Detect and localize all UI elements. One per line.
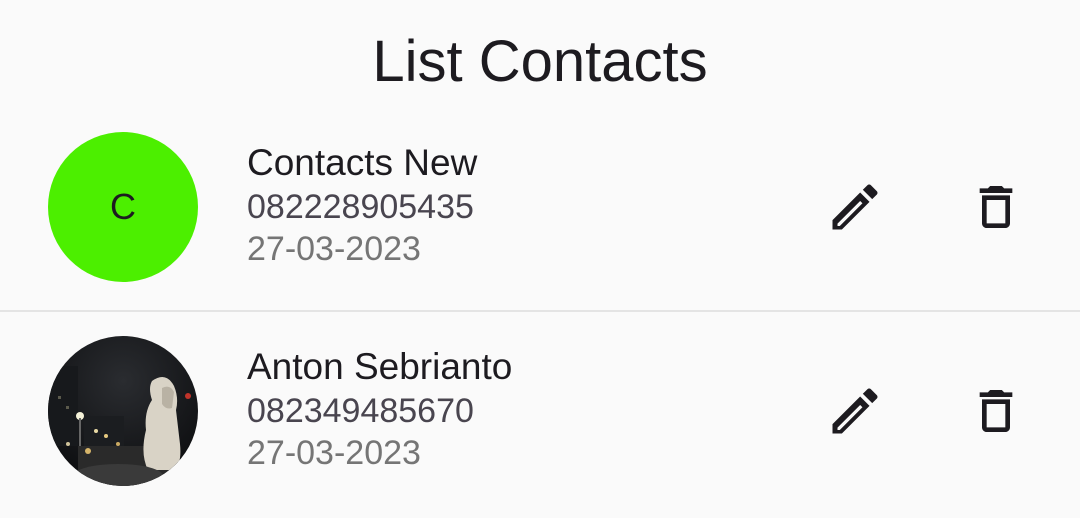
avatar [48, 336, 198, 486]
contact-list: C Contacts New 082228905435 27-03-2023 A… [0, 108, 1080, 514]
contact-date: 27-03-2023 [247, 434, 421, 472]
contact-name: Contacts New [247, 142, 478, 183]
edit-button[interactable] [815, 371, 895, 451]
list-item[interactable]: Anton Sebrianto 082349485670 27-03-2023 [0, 310, 1080, 514]
list-item[interactable]: C Contacts New 082228905435 27-03-2023 [0, 108, 1080, 310]
contact-details: Anton Sebrianto 082349485670 27-03-2023 [247, 344, 512, 474]
page-title: List Contacts [372, 29, 708, 94]
avatar: C [48, 132, 198, 282]
contact-phone: 082228905435 [247, 188, 474, 226]
contact-date: 27-03-2023 [247, 230, 421, 268]
trash-icon [979, 186, 1013, 228]
delete-button[interactable] [956, 167, 1036, 247]
contact-details: Contacts New 082228905435 27-03-2023 [247, 140, 477, 270]
delete-button[interactable] [956, 371, 1036, 451]
pencil-icon [832, 184, 878, 230]
edit-button[interactable] [815, 167, 895, 247]
contact-name: Anton Sebrianto [247, 346, 513, 387]
avatar-letter: C [110, 186, 136, 227]
trash-icon [979, 390, 1013, 432]
contact-phone: 082349485670 [247, 392, 474, 430]
pencil-icon [832, 388, 878, 434]
avatar-photo [48, 336, 198, 486]
